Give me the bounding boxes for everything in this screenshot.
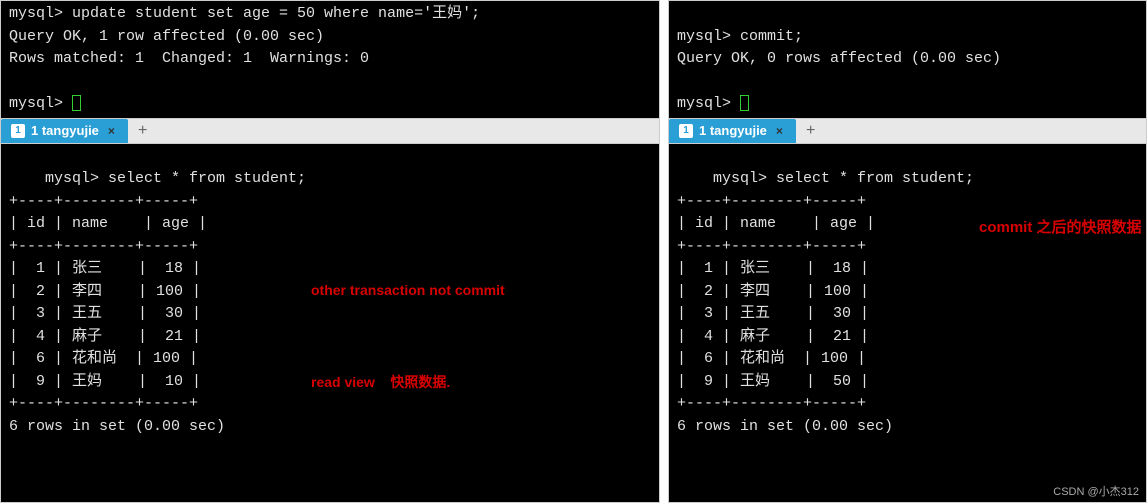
- add-tab-button[interactable]: +: [798, 122, 823, 140]
- tab-tangyujie[interactable]: 1 1 tangyujie ×: [669, 119, 796, 143]
- tab-tangyujie[interactable]: 1 1 tangyujie ×: [1, 119, 128, 143]
- tab-number-icon: 1: [679, 124, 693, 138]
- left-terminal-top[interactable]: mysql> update student set age = 50 where…: [0, 0, 660, 118]
- right-terminal-top[interactable]: mysql> commit; Query OK, 0 rows affected…: [668, 0, 1147, 118]
- right-panel: mysql> commit; Query OK, 0 rows affected…: [668, 0, 1147, 503]
- tab-label: 1 tangyujie: [31, 123, 99, 138]
- right-tab-bar: 1 1 tangyujie × +: [668, 118, 1147, 144]
- watermark: CSDN @小杰312: [1053, 483, 1139, 499]
- close-icon[interactable]: ×: [105, 124, 118, 138]
- left-tab-bar: 1 1 tangyujie × +: [0, 118, 660, 144]
- right-terminal-bottom-text: mysql> select * from student; +----+----…: [677, 170, 974, 435]
- right-terminal-bottom[interactable]: mysql> select * from student; +----+----…: [668, 144, 1147, 503]
- add-tab-button[interactable]: +: [130, 122, 155, 140]
- left-terminal-bottom[interactable]: mysql> select * from student; +----+----…: [0, 144, 660, 503]
- annotation-line2: read view 快照数据.: [311, 367, 631, 398]
- left-panel: mysql> update student set age = 50 where…: [0, 0, 660, 503]
- annotation-right: commit 之后的快照数据: [979, 214, 1119, 241]
- close-icon[interactable]: ×: [773, 124, 786, 138]
- left-terminal-bottom-text: mysql> select * from student; +----+----…: [9, 170, 306, 435]
- tab-number-icon: 1: [11, 124, 25, 138]
- cursor-icon: [72, 95, 81, 111]
- tab-label: 1 tangyujie: [699, 123, 767, 138]
- right-terminal-top-text: mysql> commit; Query OK, 0 rows affected…: [677, 28, 1001, 113]
- cursor-icon: [740, 95, 749, 111]
- annotation-left: other transaction not commit read view 快…: [311, 214, 631, 460]
- annotation-line1: other transaction not commit: [311, 275, 631, 306]
